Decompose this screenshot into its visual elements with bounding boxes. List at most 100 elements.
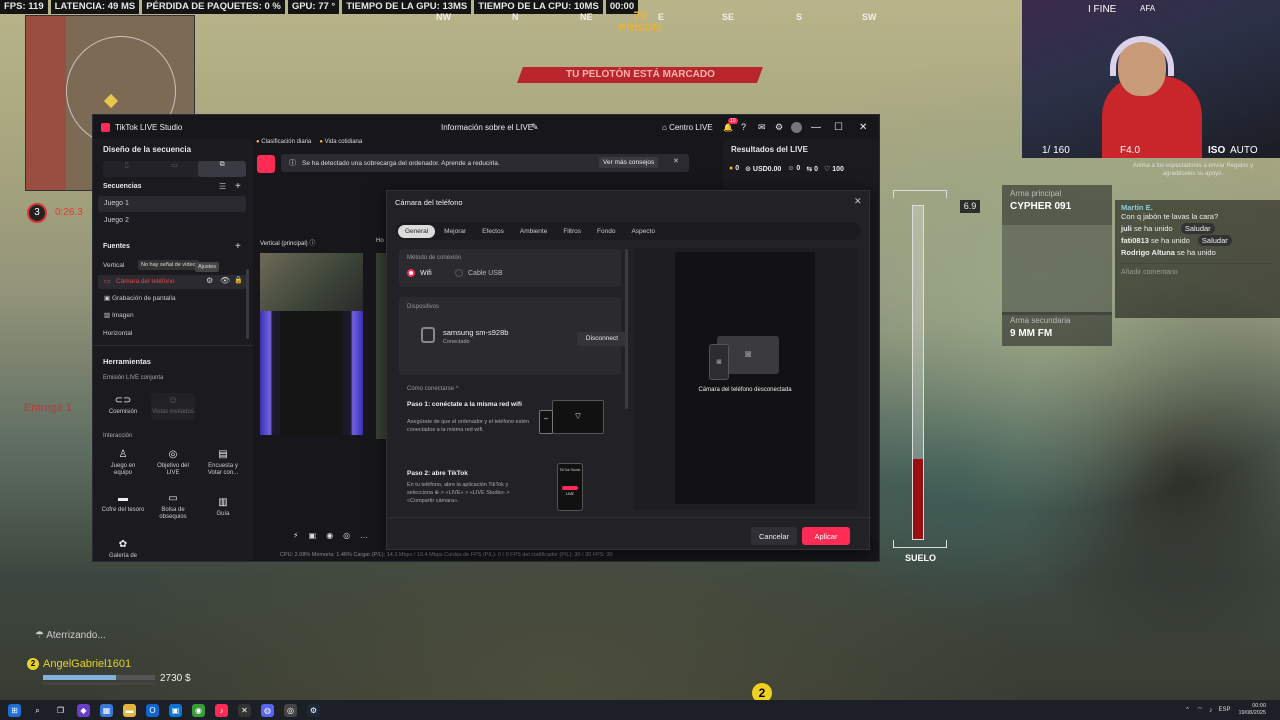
add-source-icon[interactable]: + bbox=[235, 241, 241, 252]
squad-marked-banner: TU PELOTÓN ESTÁ MARCADO bbox=[517, 67, 763, 83]
tab-aspect[interactable]: Aspecto bbox=[624, 225, 662, 238]
tab-background[interactable]: Fondo bbox=[590, 225, 622, 238]
gallery-tool[interactable]: ✿ Galería de bbox=[101, 540, 145, 560]
avatar[interactable] bbox=[791, 122, 802, 133]
more-tips-button[interactable]: Ver más consejos bbox=[599, 157, 659, 168]
source-item-screen-capture[interactable]: ▣ Grabación de pantalla bbox=[104, 294, 176, 302]
list-icon[interactable]: ☰ bbox=[219, 182, 226, 191]
start-icon[interactable]: ⊞ bbox=[8, 703, 21, 717]
tray-chevron-icon[interactable]: ⌃ bbox=[1184, 706, 1190, 714]
dismiss-warning-icon[interactable]: ✕ bbox=[673, 157, 679, 165]
replay-icon[interactable]: ◎ bbox=[343, 531, 350, 540]
source-item-image[interactable]: ▨ Imagen bbox=[104, 311, 134, 319]
wifi-radio[interactable] bbox=[407, 269, 415, 277]
chat-text: se ha unido bbox=[1133, 224, 1173, 233]
task-view-icon[interactable]: ❐ bbox=[54, 704, 67, 717]
gift-bag-tool[interactable]: ▭ Bolsa de obsequios bbox=[151, 494, 195, 522]
chrome-icon[interactable]: ◉ bbox=[192, 703, 205, 717]
layout-dual-icon[interactable]: ⧉ bbox=[198, 161, 247, 177]
greet-button[interactable]: Saludar bbox=[1180, 223, 1215, 234]
chat-message: Martin E. Con q jabón te lavas la cara? bbox=[1121, 203, 1274, 221]
usb-radio[interactable] bbox=[455, 269, 463, 277]
edit-icon[interactable]: ✎ bbox=[531, 122, 539, 133]
cancel-button[interactable]: Cancelar bbox=[751, 527, 797, 545]
poll-icon: ▤ bbox=[218, 449, 228, 460]
invited-guests-tool[interactable]: ☺ Vistas invitados bbox=[151, 393, 195, 420]
network-icon[interactable]: ⌔ bbox=[1196, 706, 1203, 715]
apply-button[interactable]: Aplicar bbox=[802, 527, 850, 545]
team-game-tool[interactable]: ♙ Juego en equipo bbox=[101, 450, 145, 478]
live-goal-tool[interactable]: ◎ Objetivo del LIVE bbox=[151, 450, 195, 478]
packet-loss-readout: PÉRDIDA DE PAQUETES: 0 % bbox=[142, 0, 285, 14]
add-sequence-icon[interactable]: + bbox=[235, 181, 241, 192]
lock-icon[interactable]: 🔒 bbox=[234, 276, 243, 284]
settings-scrollbar[interactable] bbox=[625, 249, 628, 409]
help-icon[interactable]: ? bbox=[741, 122, 746, 132]
tab-ambience[interactable]: Ambiente bbox=[513, 225, 554, 238]
live-center-button[interactable]: ⌂ Centro LIVE bbox=[662, 123, 713, 132]
results-title: Resultados del LIVE bbox=[731, 145, 808, 154]
source-settings-icon[interactable]: ⚙ bbox=[206, 276, 213, 285]
clock[interactable]: 00:00 19/08/2025 bbox=[1238, 703, 1266, 717]
more-icon[interactable]: … bbox=[360, 531, 368, 540]
tab-general[interactable]: General bbox=[398, 224, 436, 238]
live-cover-thumbnail[interactable] bbox=[257, 155, 275, 173]
sequence-item-1[interactable]: Juego 1 bbox=[98, 196, 246, 212]
tiktok-live-studio-window: TikTok LIVE Studio Información sobre el … bbox=[92, 114, 880, 562]
tab-improve[interactable]: Mejorar bbox=[437, 225, 473, 238]
horizontal-preview-canvas[interactable] bbox=[376, 253, 386, 439]
tiktok-studio-icon[interactable]: ♪ bbox=[215, 703, 228, 717]
xbox-icon[interactable]: ✕ bbox=[238, 703, 251, 717]
outlook-icon[interactable]: O bbox=[146, 703, 159, 717]
settings-icon[interactable]: ⚙ bbox=[775, 122, 783, 133]
vertical-preview-canvas[interactable] bbox=[260, 253, 363, 435]
chat-input[interactable]: Añadir comentario bbox=[1121, 263, 1274, 276]
copilot-icon[interactable]: ◆ bbox=[77, 703, 90, 717]
cam-iso: ISO bbox=[1208, 145, 1226, 156]
maximize-icon[interactable]: ☐ bbox=[834, 122, 843, 133]
effects-icon[interactable]: ▣ bbox=[309, 531, 317, 540]
co-host-tool[interactable]: ⊂⊃ Coemisión bbox=[101, 396, 145, 416]
obs-icon[interactable]: ◎ bbox=[284, 703, 297, 717]
dialog-close-icon[interactable]: ✕ bbox=[854, 196, 862, 207]
headphones-icon bbox=[1110, 36, 1174, 76]
file-explorer-icon[interactable]: ▬ bbox=[123, 703, 136, 717]
record-icon[interactable]: ◉ bbox=[326, 531, 333, 540]
close-icon[interactable]: ✕ bbox=[859, 122, 867, 133]
sequence-item-2[interactable]: Juego 2 bbox=[104, 217, 129, 224]
discord-icon[interactable]: ◍ bbox=[261, 703, 274, 717]
layout-horizontal-icon[interactable]: ▭ bbox=[151, 161, 199, 177]
usb-option[interactable]: Cable USB bbox=[455, 269, 503, 277]
widgets-icon[interactable]: ▦ bbox=[100, 703, 113, 717]
language-indicator[interactable]: ESP bbox=[1218, 707, 1230, 713]
how-to-connect-toggle[interactable]: Cómo conectarse ^ bbox=[407, 386, 459, 392]
source-item-phone-camera[interactable]: ▭ Cámara del teléfono ⚙ 👁 🔒 bbox=[98, 275, 246, 289]
layout-vertical-icon[interactable]: ▯ bbox=[103, 161, 151, 177]
greet-button[interactable]: Saludar bbox=[1197, 235, 1232, 246]
gpu-temp-readout: GPU: 77 ° bbox=[287, 0, 340, 14]
search-icon[interactable]: ⌕ bbox=[31, 704, 44, 717]
magic-wand-icon[interactable]: ⚡ bbox=[293, 531, 299, 540]
tool-label: Encuesta y Votar con... bbox=[207, 462, 239, 477]
poll-tool[interactable]: ▤ Encuesta y Votar con... bbox=[201, 449, 245, 478]
sources-scrollbar[interactable] bbox=[246, 269, 249, 339]
cam-fnumber: F4.0 bbox=[1120, 145, 1141, 156]
minimize-icon[interactable]: — bbox=[811, 122, 821, 133]
pill-daily-ranking[interactable]: ● Clasificación diaria bbox=[256, 139, 311, 150]
tab-filters[interactable]: Filtros bbox=[556, 225, 588, 238]
store-icon[interactable]: ▣ bbox=[169, 703, 182, 717]
treasure-chest-tool[interactable]: ▬ Cofre del tesoro bbox=[101, 494, 145, 514]
steam-icon[interactable]: ⚙ bbox=[307, 703, 320, 717]
message-icon[interactable]: ✉ bbox=[758, 122, 766, 133]
compass-nw: NW bbox=[436, 12, 451, 22]
altitude-fill bbox=[913, 459, 923, 539]
visibility-icon[interactable]: 👁 bbox=[220, 276, 230, 285]
tab-effects[interactable]: Efectos bbox=[475, 225, 511, 238]
guide-tool[interactable]: ▥ Guía bbox=[201, 498, 245, 518]
volume-icon[interactable]: ♪ bbox=[1209, 707, 1213, 714]
pill-daily-life[interactable]: ● Vida cotidiana bbox=[319, 139, 362, 150]
windows-taskbar: ⊞ ⌕ ❐ ◆ ▦ ▬ O ▣ ◉ ♪ ✕ ◍ ◎ ⚙ ⌃ ⌔ ♪ ESP 00… bbox=[0, 700, 1280, 720]
wifi-option[interactable]: Wifi bbox=[407, 269, 432, 277]
disconnect-button[interactable]: Disconnect bbox=[577, 332, 627, 346]
notifications-icon[interactable]: 🔔 10 bbox=[723, 117, 738, 132]
